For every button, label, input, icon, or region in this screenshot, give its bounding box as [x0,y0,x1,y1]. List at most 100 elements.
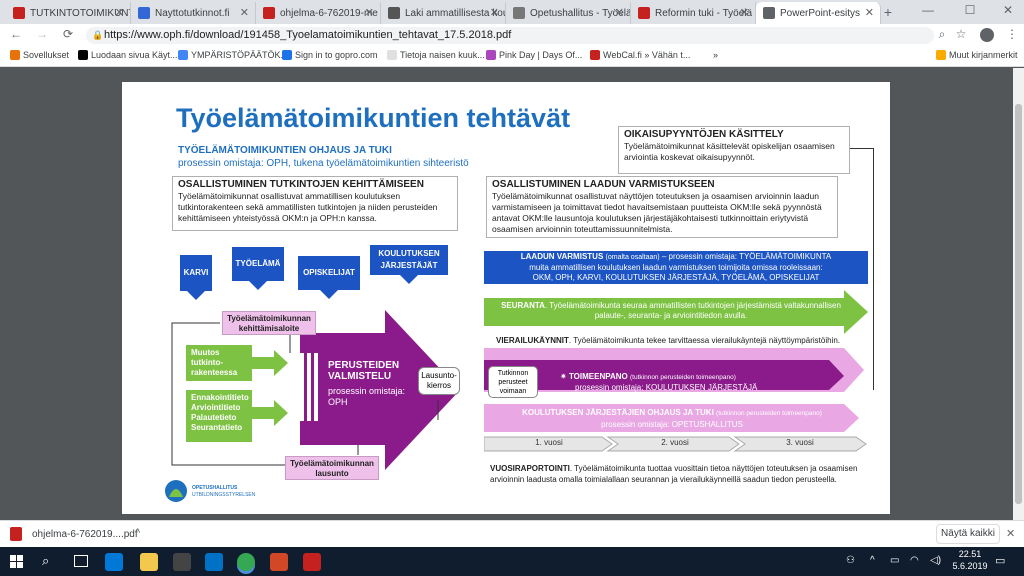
lausuntokierros-box: Lausunto-kierros [418,367,460,395]
new-tab-button[interactable]: + [880,4,896,20]
oikaisu-title: OIKAISUPYYNTÖJEN KÄSITTELY [624,129,784,140]
chevron-up-icon[interactable]: ^ [135,527,140,539]
edge-icon[interactable] [105,553,123,571]
bookmark-label: WebCal.fi » Vähän t... [603,50,691,60]
laatuv-line1: LAADUN VARMISTUS (omalta osaltaan) – pro… [520,252,832,261]
bookmark-1[interactable]: Luodaan sivua Käyt... [78,50,178,60]
tab-close-icon[interactable]: ✕ [490,6,499,19]
bookmark-3[interactable]: Sign in to gopro.com [282,50,378,60]
search-icon[interactable]: ⌕ [934,27,950,42]
download-bar [0,520,1024,547]
scrollbar-thumb[interactable] [1015,104,1022,504]
tab-close-icon[interactable]: ✕ [365,6,374,19]
address-bar[interactable]: 🔒 https://www.oph.fi/download/191458_Tyo… [86,27,934,44]
clock-date[interactable]: 5.6.2019 [952,561,988,571]
tab-2[interactable]: ohjelma-6-762019-me ✕ [256,2,381,24]
powerpoint-icon[interactable] [270,553,288,571]
tab-label: PowerPoint-esitys [780,7,861,19]
valmistelu-sub: prosessin omistaja: OPH [328,386,406,407]
tab-favicon-icon [138,7,150,19]
bookmark-icon [700,50,710,60]
bookmark-label: Tietoja naisen kuuk... [400,50,485,60]
tab-label: ohjelma-6-762019-me [280,7,378,19]
oikaisu-text: Työelämätoimikunnat käsittelevät opiskel… [624,141,835,162]
tab-1[interactable]: Nayttotutkinnot.fi ✕ [131,2,256,24]
chrome-icon[interactable] [237,553,255,571]
clock-time[interactable]: 22.51 [952,549,988,559]
tab-5[interactable]: Reformin tuki - Työelä ✕ [631,2,756,24]
kehitt-title: OSALLISTUMINEN TUTKINTOJEN KEHITTÄMISEEN [178,179,424,190]
laatu-title: OSALLISTUMINEN LAADUN VARMISTUKSEEN [492,179,715,190]
tab-4[interactable]: Opetushallitus - Työelä ✕ [506,2,631,24]
tab-3[interactable]: Laki ammatillisesta kou ✕ [381,2,506,24]
tab-6[interactable]: PowerPoint-esitys ✕ [756,2,881,24]
tab-close-icon[interactable]: ✕ [740,6,749,19]
bookmark-label: Luodaan sivua Käyt... [91,50,178,60]
store-icon[interactable] [173,553,191,571]
back-button[interactable]: ← [8,27,24,41]
tab-close-icon[interactable]: ✕ [240,6,249,19]
reload-button[interactable]: ⟳ [60,27,76,41]
logo-line2: UTBILDNINGSSTYRELSEN [192,492,256,498]
bookmark-label: YMPÄRISTÖPÄÄTÖK... [191,50,289,60]
bookmark-4[interactable]: Tietoja naisen kuuk... [387,50,485,60]
ohjaus-title: TYÖELÄMÄTOIMIKUNTIEN OHJAUS JA TUKI [178,145,392,156]
bookmark-5[interactable]: Pink Day | Days Of... [486,50,582,60]
tab-0[interactable]: TUTKINTOTOIMIKUNTA ✕ [6,2,131,24]
battery-icon[interactable]: ▭ [890,555,899,566]
search-icon[interactable]: ⌕ [42,553,49,569]
slide-title: Työelämätoimikuntien tehtävät [176,103,571,133]
down-arrow-icon [249,281,267,290]
lock-icon: 🔒 [92,30,104,40]
people-icon[interactable]: ⚇ [846,555,855,566]
tab-close-icon[interactable]: ✕ [865,6,874,19]
wifi-icon[interactable]: ◠ [910,555,919,566]
bookmark-8[interactable]: Muut kirjanmerkit [936,50,1018,60]
bookmark-0[interactable]: Sovellukset [10,50,69,60]
kehittamisaloite-box: Työelämätoimikunnan kehittämisaloite [222,311,316,335]
tab-close-icon[interactable]: ✕ [615,6,624,19]
right-arrow-icon [252,350,288,376]
file-explorer-icon[interactable] [140,553,158,571]
notifications-icon[interactable]: ▭ [995,554,1005,567]
laatuv-line2: muita ammatillisen koulutuksen laadun va… [529,263,823,272]
outlook-icon[interactable] [205,553,223,571]
bookmark-icon [936,50,946,60]
pdf-file-icon [10,527,22,541]
bookmark-6[interactable]: WebCal.fi » Vähän t... [590,50,690,60]
connector-line [850,148,874,149]
seuranta-text: SEURANTA. Työelämätoimikunta seuraa amma… [501,301,841,320]
down-arrow-icon [320,290,338,299]
forward-button[interactable]: → [34,27,50,41]
kehitt-text: Työelämätoimikunnat osallistuvat ammatil… [178,191,438,223]
source-koulutuksen-jarjestajat: KOULUTUKSEN JÄRJESTÄJÄT [370,245,448,275]
download-item[interactable]: ohjelma-6-762019....pdf [32,529,138,540]
year-2: 2. vuosi [661,438,689,447]
star-icon[interactable]: ☆ [953,27,969,41]
chevron-up-icon[interactable]: ^ [870,555,875,566]
task-view-icon[interactable] [74,555,88,567]
ohjaus-sub: prosessin omistaja: OPH, tukena työelämä… [178,158,469,169]
bookmark-7[interactable]: » [700,50,718,60]
maximize-button[interactable]: ☐ [962,3,978,17]
kehitt-box: OSALLISTUMINEN TUTKINTOJEN KEHITTÄMISEEN… [172,176,458,231]
vierailu-text: VIERAILUKÄYNNIT. Työelämätoimikunta teke… [496,336,840,345]
close-window-button[interactable]: ✕ [1000,3,1016,17]
close-icon[interactable]: ✕ [1006,527,1015,540]
acrobat-icon[interactable] [303,553,321,571]
menu-icon[interactable]: ⋮ [1004,27,1020,41]
windows-start-icon[interactable] [10,555,24,569]
show-all-button[interactable]: Näytä kaikki [936,524,1000,544]
muutos-box: Muutos tutkinto-rakenteessa [186,345,252,381]
bookmark-icon [10,50,20,60]
volume-icon[interactable]: ◁) [930,555,941,566]
tab-close-icon[interactable]: ✕ [115,6,124,19]
minimize-button[interactable]: — [920,3,936,17]
bookmark-label: » [713,50,719,60]
right-arrow-icon [252,400,288,426]
toimeenpano-sub: prosessin omistaja: KOULUTUKSEN JÄRJESTÄ… [575,383,758,392]
laatu-box: OSALLISTUMINEN LAADUN VARMISTUKSEEN Työe… [486,176,838,238]
tab-favicon-icon [13,7,25,19]
bookmark-2[interactable]: YMPÄRISTÖPÄÄTÖK... [178,50,288,60]
avatar[interactable] [980,28,994,42]
